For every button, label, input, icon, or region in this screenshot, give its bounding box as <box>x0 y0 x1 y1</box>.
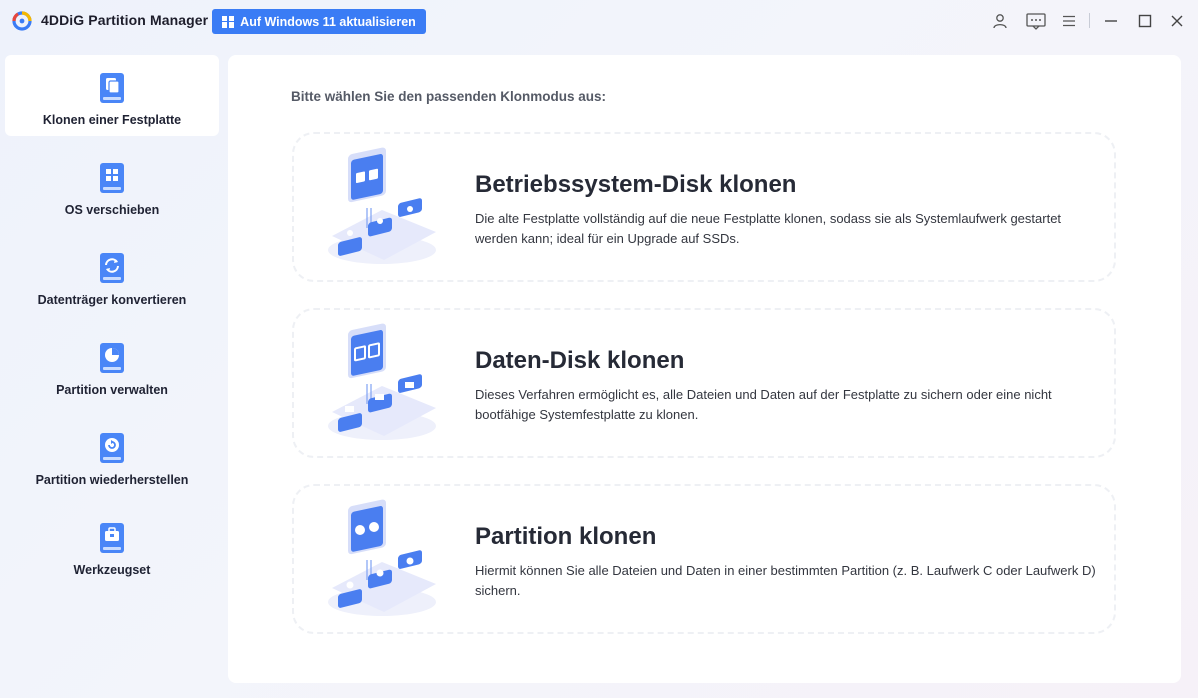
card-title: Daten-Disk klonen <box>475 347 685 374</box>
recover-partition-icon <box>100 433 124 463</box>
sidebar-item-partition-wiederherstellen[interactable]: Partition wiederherstellen <box>5 415 219 496</box>
os-migrate-icon <box>100 163 124 193</box>
upgrade-windows-11-button[interactable]: Auf Windows 11 aktualisieren <box>212 9 426 34</box>
card-title: Betriebssystem-Disk klonen <box>475 171 797 198</box>
minimize-icon[interactable] <box>1101 11 1121 31</box>
sidebar-item-label: OS verschieben <box>64 203 160 217</box>
sidebar-item-partition-verwalten[interactable]: Partition verwalten <box>5 325 219 406</box>
windows-icon <box>222 15 235 28</box>
maximize-icon[interactable] <box>1135 11 1155 31</box>
main-panel: Bitte wählen Sie den passenden Klonmodus… <box>228 55 1181 683</box>
upgrade-button-label: Auf Windows 11 aktualisieren <box>240 14 416 29</box>
data-disk-clone-illustration <box>328 323 436 440</box>
card-data-disk-clone[interactable]: Daten-Disk klonen Dieses Verfahren ermög… <box>292 308 1116 458</box>
app-title: 4DDiG Partition Manager <box>41 12 209 28</box>
clone-mode-prompt: Bitte wählen Sie den passenden Klonmodus… <box>291 89 607 104</box>
sidebar-item-datentraeger-konvertieren[interactable]: Datenträger konvertieren <box>5 235 219 316</box>
menu-icon[interactable] <box>1059 11 1079 31</box>
app-logo-icon <box>12 11 32 31</box>
card-partition-clone[interactable]: Partition klonen Hiermit können Sie alle… <box>292 484 1116 634</box>
partition-clone-illustration <box>328 499 436 616</box>
sidebar-item-os-verschieben[interactable]: OS verschieben <box>5 145 219 226</box>
clone-disk-icon <box>100 73 124 103</box>
sidebar-item-label: Werkzeugset <box>73 563 151 577</box>
sidebar-item-werkzeugset[interactable]: Werkzeugset <box>5 505 219 586</box>
sidebar-item-label: Klonen einer Festplatte <box>42 113 182 127</box>
title-bar: 4DDiG Partition Manager Auf Windows 11 a… <box>0 0 1198 42</box>
manage-partition-icon <box>100 343 124 373</box>
card-title: Partition klonen <box>475 523 657 550</box>
sidebar-item-label: Partition verwalten <box>56 383 168 397</box>
feedback-icon[interactable] <box>1026 11 1046 31</box>
card-description: Die alte Festplatte vollständig auf die … <box>475 211 1062 246</box>
sidebar-item-label: Datenträger konvertieren <box>37 293 187 307</box>
sidebar-item-label: Partition wiederherstellen <box>35 473 189 487</box>
convert-disk-icon <box>100 253 124 283</box>
close-icon[interactable] <box>1167 11 1187 31</box>
toolkit-icon <box>100 523 124 553</box>
titlebar-divider <box>1089 13 1090 28</box>
card-os-disk-clone[interactable]: Betriebssystem-Disk klonen Die alte Fest… <box>292 132 1116 282</box>
sidebar-item-klonen-einer-festplatte[interactable]: Klonen einer Festplatte <box>5 55 219 136</box>
card-description: Dieses Verfahren ermöglicht es, alle Dat… <box>475 387 1052 422</box>
card-description: Hiermit können Sie alle Dateien und Date… <box>475 563 1096 598</box>
user-icon[interactable] <box>990 11 1010 31</box>
os-disk-clone-illustration <box>328 147 436 264</box>
